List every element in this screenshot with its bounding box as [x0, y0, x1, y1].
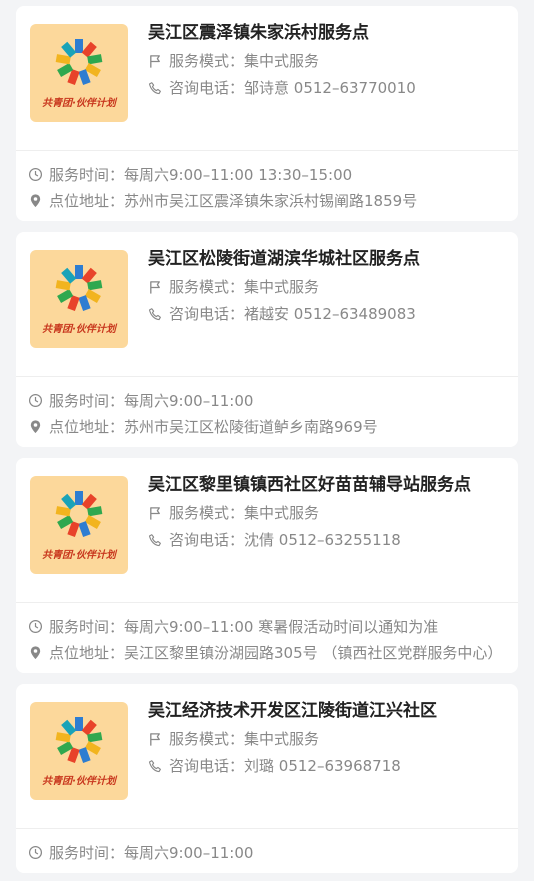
service-time-label: 服务时间： — [49, 844, 125, 862]
service-point-title[interactable]: 吴江区震泽镇朱家浜村服务点 — [148, 21, 504, 45]
service-time-value: 每周六9:00–11:00 寒暑假活动时间以通知为准 — [124, 618, 439, 636]
service-time-value: 每周六9:00–11:00 — [124, 392, 254, 410]
address-value[interactable]: 苏州市吴江区松陵街道鲈乡南路969号 — [124, 418, 378, 436]
flag-icon — [150, 280, 160, 294]
service-point-title[interactable]: 吴江区黎里镇镇西社区好苗苗辅导站服务点 — [148, 473, 504, 497]
phone-row: 咨询电话： 刘璐 0512–63968718 — [148, 755, 504, 777]
service-mode-value: 集中式服务 — [244, 278, 320, 296]
partner-plan-logo: 共青团·伙伴计划 — [30, 250, 128, 348]
phone-label: 咨询电话： — [169, 757, 245, 775]
address-label: 点位地址： — [49, 644, 125, 662]
phone-value[interactable]: 刘璐 0512–63968718 — [244, 755, 401, 777]
address-value[interactable]: 吴江区黎里镇汾湖园路305号 （镇西社区党群服务中心） — [124, 644, 502, 662]
service-point-card[interactable]: 共青团·伙伴计划 吴江经济技术开发区江陵街道江兴社区 服务模式： 集中式服务 咨… — [16, 684, 518, 873]
service-time-row: 服务时间：每周六9:00–11:00 — [28, 389, 506, 413]
service-mode-label: 服务模式： — [169, 278, 245, 296]
service-time-row: 服务时间：每周六9:00–11:00 寒暑假活动时间以通知为准 — [28, 615, 506, 639]
location-pin-icon — [30, 420, 41, 434]
service-time-label: 服务时间： — [49, 166, 125, 184]
service-time-value: 每周六9:00–11:00 13:30–15:00 — [124, 166, 353, 184]
phone-value[interactable]: 沈倩 0512–63255118 — [244, 529, 401, 551]
phone-icon — [148, 307, 161, 320]
clock-icon — [28, 619, 43, 634]
brand-text: 共青团·伙伴计划 — [42, 324, 116, 335]
brand-text: 共青团·伙伴计划 — [42, 776, 116, 787]
phone-icon — [148, 533, 161, 546]
flag-icon — [150, 54, 160, 68]
phone-row: 咨询电话： 邹诗意 0512–63770010 — [148, 77, 504, 99]
service-time-label: 服务时间： — [49, 392, 125, 410]
partner-plan-logo: 共青团·伙伴计划 — [30, 476, 128, 574]
service-point-list: 共青团·伙伴计划 吴江区震泽镇朱家浜村服务点 服务模式： 集中式服务 咨询电话：… — [0, 0, 534, 873]
phone-value[interactable]: 褚越安 0512–63489083 — [244, 303, 416, 325]
phone-label: 咨询电话： — [169, 305, 245, 323]
address-row: 点位地址：吴江区黎里镇汾湖园路305号 （镇西社区党群服务中心） — [28, 641, 506, 665]
service-mode-value: 集中式服务 — [244, 504, 320, 522]
phone-value[interactable]: 邹诗意 0512–63770010 — [244, 77, 416, 99]
partner-plan-logo: 共青团·伙伴计划 — [30, 24, 128, 122]
clock-icon — [28, 393, 43, 408]
phone-row: 咨询电话： 褚越安 0512–63489083 — [148, 303, 504, 325]
service-mode-row: 服务模式： 集中式服务 — [148, 502, 504, 524]
brand-text: 共青团·伙伴计划 — [42, 550, 116, 561]
location-pin-icon — [30, 194, 41, 208]
phone-icon — [148, 81, 161, 94]
service-point-card[interactable]: 共青团·伙伴计划 吴江区黎里镇镇西社区好苗苗辅导站服务点 服务模式： 集中式服务… — [16, 458, 518, 673]
service-point-title[interactable]: 吴江区松陵街道湖滨华城社区服务点 — [148, 247, 504, 271]
flag-icon — [150, 506, 160, 520]
phone-icon — [148, 759, 161, 772]
service-mode-value: 集中式服务 — [244, 52, 320, 70]
service-mode-label: 服务模式： — [169, 730, 245, 748]
service-mode-value: 集中式服务 — [244, 730, 320, 748]
flag-icon — [150, 732, 160, 746]
service-time-label: 服务时间： — [49, 618, 125, 636]
phone-label: 咨询电话： — [169, 79, 245, 97]
address-row: 点位地址：苏州市吴江区松陵街道鲈乡南路969号 — [28, 415, 506, 439]
service-time-row: 服务时间：每周六9:00–11:00 — [28, 841, 506, 865]
service-mode-row: 服务模式： 集中式服务 — [148, 50, 504, 72]
service-point-card[interactable]: 共青团·伙伴计划 吴江区松陵街道湖滨华城社区服务点 服务模式： 集中式服务 咨询… — [16, 232, 518, 447]
address-value[interactable]: 苏州市吴江区震泽镇朱家浜村锡阐路1859号 — [124, 192, 417, 210]
clock-icon — [28, 167, 43, 182]
brand-text: 共青团·伙伴计划 — [42, 98, 116, 109]
clock-icon — [28, 845, 43, 860]
service-time-row: 服务时间：每周六9:00–11:00 13:30–15:00 — [28, 163, 506, 187]
service-mode-row: 服务模式： 集中式服务 — [148, 276, 504, 298]
address-label: 点位地址： — [49, 192, 125, 210]
address-label: 点位地址： — [49, 418, 125, 436]
location-pin-icon — [30, 646, 41, 660]
partner-plan-logo: 共青团·伙伴计划 — [30, 702, 128, 800]
service-mode-label: 服务模式： — [169, 52, 245, 70]
address-row: 点位地址：苏州市吴江区震泽镇朱家浜村锡阐路1859号 — [28, 189, 506, 213]
service-time-value: 每周六9:00–11:00 — [124, 844, 254, 862]
service-mode-row: 服务模式： 集中式服务 — [148, 728, 504, 750]
phone-label: 咨询电话： — [169, 531, 245, 549]
service-mode-label: 服务模式： — [169, 504, 245, 522]
service-point-card[interactable]: 共青团·伙伴计划 吴江区震泽镇朱家浜村服务点 服务模式： 集中式服务 咨询电话：… — [16, 6, 518, 221]
phone-row: 咨询电话： 沈倩 0512–63255118 — [148, 529, 504, 551]
service-point-title[interactable]: 吴江经济技术开发区江陵街道江兴社区 — [148, 699, 504, 723]
